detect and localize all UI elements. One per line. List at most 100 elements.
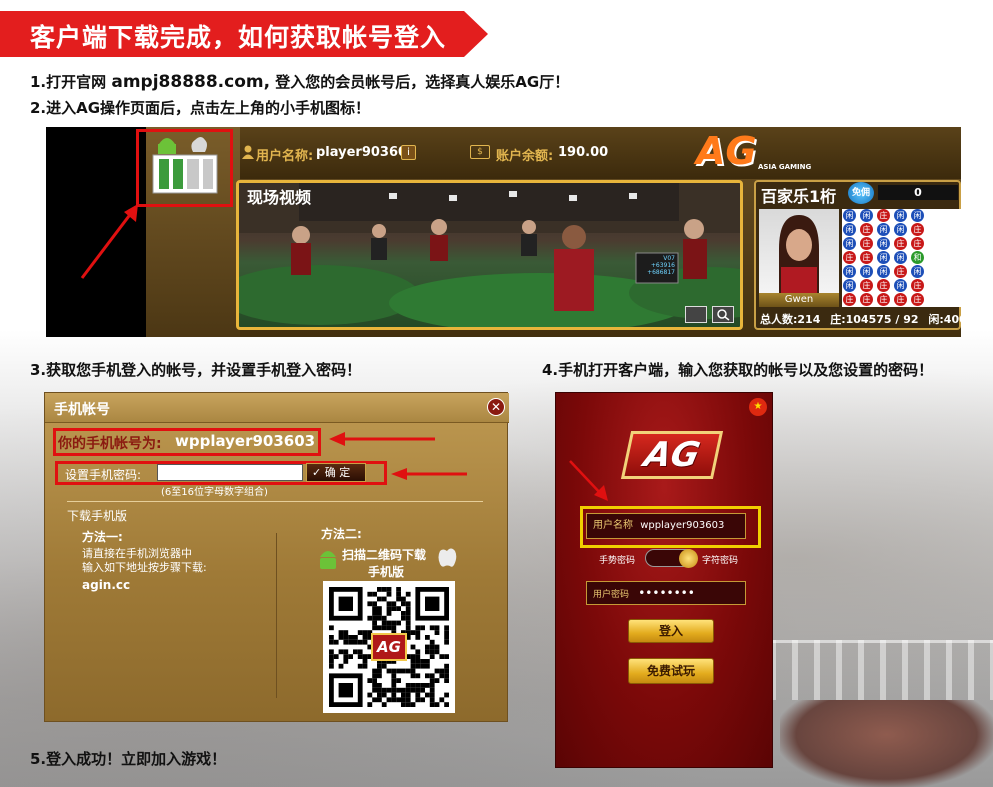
qr-module bbox=[372, 683, 377, 688]
balance-value: 190.00 bbox=[558, 145, 609, 160]
qr-module bbox=[372, 620, 377, 626]
divider bbox=[67, 501, 483, 502]
qr-module bbox=[343, 635, 349, 640]
bead-road-cell: 闲 bbox=[877, 265, 890, 278]
qr-module bbox=[381, 620, 387, 626]
qr-module bbox=[401, 702, 406, 707]
flag-icon[interactable]: ★ bbox=[749, 398, 767, 416]
phone-username-field[interactable]: 用户名称 wpplayer903603 bbox=[586, 513, 746, 539]
qr-code[interactable]: AG bbox=[323, 581, 455, 713]
qr-module bbox=[396, 687, 401, 693]
qr-module bbox=[429, 644, 435, 650]
site-domain: ampj88888.com, bbox=[111, 72, 271, 92]
qr-module bbox=[362, 663, 368, 669]
qr-module bbox=[425, 683, 430, 688]
qr-module bbox=[377, 615, 382, 621]
qr-module bbox=[377, 692, 382, 698]
confirm-button[interactable]: ✓ 确 定 bbox=[306, 463, 366, 482]
qr-module bbox=[444, 630, 449, 635]
qr-finder bbox=[425, 596, 440, 611]
qr-module bbox=[444, 635, 449, 640]
download-url[interactable]: agin.cc bbox=[82, 578, 130, 592]
mobile-phone-icon[interactable] bbox=[149, 134, 224, 196]
qr-module bbox=[405, 611, 411, 616]
overlay-line: +686817 bbox=[647, 269, 675, 276]
account-label: 你的手机帐号为: bbox=[58, 436, 162, 452]
qr-finder bbox=[338, 683, 353, 698]
bead-road-cell: 闲 bbox=[894, 279, 907, 292]
login-button[interactable]: 登入 bbox=[628, 619, 714, 643]
baccarat-table-card[interactable]: 百家乐1桁 免佣 0 Gwen 闲闲闲庄闲闲庄闲庄庄庄闲庄庄庄闲闲闲闲庄庄闲闲庄… bbox=[754, 180, 961, 330]
method1-line2: 输入如下地址按步骤下载: bbox=[82, 561, 207, 574]
qr-module bbox=[386, 668, 392, 674]
bead-road-cell: 庄 bbox=[894, 265, 907, 278]
close-icon[interactable]: ✕ bbox=[487, 398, 505, 416]
qr-module bbox=[391, 678, 397, 683]
zoom-icon[interactable] bbox=[712, 306, 734, 323]
password-input[interactable] bbox=[157, 464, 303, 481]
qr-module bbox=[420, 683, 425, 688]
qr-module bbox=[410, 630, 416, 635]
bead-road-cell: 庄 bbox=[911, 293, 924, 306]
qr-module bbox=[434, 649, 440, 655]
dealer-name: Gwen bbox=[759, 293, 839, 307]
bead-road-cell: 闲 bbox=[911, 209, 924, 222]
qr-module bbox=[377, 687, 382, 693]
qr-module bbox=[401, 697, 406, 703]
bead-road-cell: 闲 bbox=[843, 237, 856, 250]
qr-module bbox=[396, 620, 401, 626]
qr-module bbox=[415, 697, 421, 703]
qr-module bbox=[381, 687, 387, 693]
qr-module bbox=[381, 587, 387, 592]
bead-road-cell: 闲 bbox=[911, 265, 924, 278]
dialog-header bbox=[45, 393, 509, 423]
bead-road-cell: 闲 bbox=[894, 209, 907, 222]
step-2: 2.进入AG操作页面后，点击左上角的小手机图标！ bbox=[30, 99, 371, 117]
qr-module bbox=[410, 654, 416, 659]
qr-module bbox=[381, 625, 387, 631]
live-video[interactable]: 现场视频 V07 +63916 +686817 bbox=[236, 180, 743, 330]
qr-module bbox=[401, 687, 406, 693]
qr-module bbox=[372, 606, 377, 611]
qr-module bbox=[386, 687, 392, 693]
qr-module bbox=[401, 668, 406, 674]
qr-module bbox=[377, 625, 382, 631]
qr-module bbox=[367, 615, 373, 621]
phone-password-field[interactable]: 用户密码 •••••••• bbox=[586, 581, 746, 605]
qr-module bbox=[377, 683, 382, 688]
qr-module bbox=[415, 687, 421, 693]
total-label: 总人数: bbox=[760, 313, 798, 326]
bead-road-cell: 庄 bbox=[860, 279, 873, 292]
bead-road-cell: 闲 bbox=[877, 223, 890, 236]
free-trial-button[interactable]: 免费试玩 bbox=[628, 658, 714, 684]
qr-module bbox=[434, 630, 440, 635]
apple-icon bbox=[437, 545, 457, 569]
method2-line2: 手机版 bbox=[368, 565, 405, 579]
bead-road-cell: 庄 bbox=[843, 293, 856, 306]
screen-mode-icon[interactable] bbox=[685, 306, 707, 323]
qr-module bbox=[415, 683, 421, 688]
red-arrow-icon bbox=[569, 460, 608, 501]
qr-module bbox=[391, 692, 397, 698]
qr-module bbox=[367, 591, 373, 597]
qr-module bbox=[372, 601, 377, 607]
qr-module bbox=[434, 644, 440, 650]
qr-module bbox=[353, 635, 358, 640]
phone-login-screen: ★ AG 用户名称 wpplayer903603 手势密码 字符密码 用户密码 … bbox=[555, 392, 773, 768]
password-mode-toggle[interactable] bbox=[645, 549, 698, 568]
banker-label: 庄: bbox=[830, 313, 846, 326]
android-icon bbox=[317, 547, 339, 571]
qr-module bbox=[410, 687, 416, 693]
bead-road-cell: 闲 bbox=[860, 265, 873, 278]
qr-module bbox=[343, 659, 349, 664]
qr-module bbox=[401, 601, 406, 607]
qr-module bbox=[405, 697, 411, 703]
qr-module bbox=[420, 659, 425, 664]
qr-module bbox=[444, 654, 449, 659]
video-overlay: V07 +63916 +686817 bbox=[637, 255, 675, 276]
qr-module bbox=[377, 697, 382, 703]
bead-road-cell: 闲 bbox=[877, 237, 890, 250]
qr-module bbox=[396, 668, 401, 674]
info-icon[interactable]: i bbox=[401, 145, 416, 160]
table-stats: 总人数:214 庄:104575 / 92 闲:4001 bbox=[760, 311, 961, 327]
